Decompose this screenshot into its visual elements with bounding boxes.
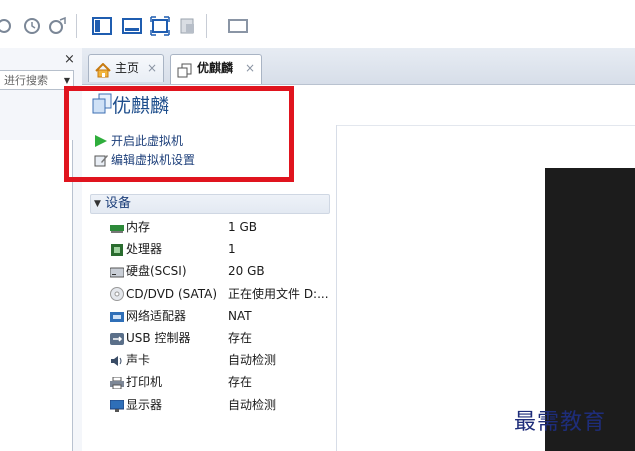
library-tree[interactable] [0,140,73,451]
tab-label: 主页 [115,61,140,75]
full-screen-icon[interactable] [150,16,170,36]
device-name: 显示器 [126,398,163,412]
device-value: 正在使用文件 D:... [228,287,329,301]
sound-card-icon [110,354,124,366]
collapse-triangle-icon[interactable]: ▼ [94,195,101,213]
tab-close-icon[interactable]: × [245,55,255,82]
snapshot-icon[interactable] [48,16,68,36]
device-name: 打印机 [126,375,163,389]
snapshot-manager-icon[interactable] [22,16,42,36]
device-name: 硬盘(SCSI) [126,264,187,278]
printer-icon [110,376,124,390]
device-name: 处理器 [126,242,163,256]
highlight-box [64,86,294,182]
hard-disk-icon [109,265,125,278]
device-name: 网络适配器 [126,309,187,323]
pane-divider [337,125,635,126]
home-icon [95,61,111,88]
device-row-network-adapter[interactable]: 网络适配器 NAT [110,307,340,325]
device-row-processor[interactable]: 处理器 1 [110,240,340,258]
processor-icon [110,243,124,256]
device-value: 20 GB [228,264,265,278]
cd-dvd-icon [110,287,124,301]
device-name: 声卡 [126,353,151,367]
device-value: 存在 [228,375,253,389]
view-console-icon[interactable] [122,16,142,36]
toolbar-back-icon[interactable] [0,16,20,36]
device-value: 1 [228,242,236,256]
device-row-usb-controller[interactable]: USB 控制器 存在 [110,329,340,347]
view-sidebar-icon[interactable] [92,16,112,36]
device-row-memory[interactable]: 内存 1 GB [110,218,340,236]
tab-home[interactable]: 主页 × [88,54,164,82]
view-thumbnail-icon[interactable] [228,16,248,36]
toolbar-separator [206,14,207,38]
search-placeholder: 进行搜索 [4,74,48,87]
device-name: 内存 [126,220,151,234]
display-icon [109,399,125,412]
memory-icon [110,221,124,233]
device-row-sound-card[interactable]: 声卡 自动检测 [110,351,340,369]
vm-tab-icon [177,61,193,88]
library-close-icon[interactable]: × [64,52,75,67]
device-name: USB 控制器 [126,331,191,345]
devices-section-header[interactable]: ▼ 设备 [90,194,330,214]
toolbar-separator [76,14,77,38]
usb-controller-icon [110,332,124,345]
library-search-input[interactable]: 进行搜索 ▼ [0,70,74,90]
device-value: 自动检测 [228,353,277,367]
device-value: 自动检测 [228,398,277,412]
tab-strip: 主页 × 优麒麟 × [82,48,635,85]
tab-vm[interactable]: 优麒麟 × [170,54,262,84]
device-value: NAT [228,309,252,323]
tab-label: 优麒麟 [197,61,234,75]
device-row-display[interactable]: 显示器 自动检测 [109,396,340,414]
device-value: 1 GB [228,220,257,234]
tab-close-icon[interactable]: × [147,55,157,82]
device-row-cd-dvd[interactable]: CD/DVD (SATA) 正在使用文件 D:... [110,285,340,303]
device-row-hard-disk[interactable]: 硬盘(SCSI) 20 GB [109,262,340,280]
unity-icon[interactable] [178,16,198,36]
toolbar [0,0,635,48]
devices-header-label: 设备 [105,196,132,211]
device-value: 存在 [228,331,253,345]
device-row-printer[interactable]: 打印机 存在 [110,373,340,391]
watermark-text: 最需教育 [514,410,607,435]
device-name: CD/DVD (SATA) [126,287,218,301]
network-adapter-icon [110,310,124,322]
